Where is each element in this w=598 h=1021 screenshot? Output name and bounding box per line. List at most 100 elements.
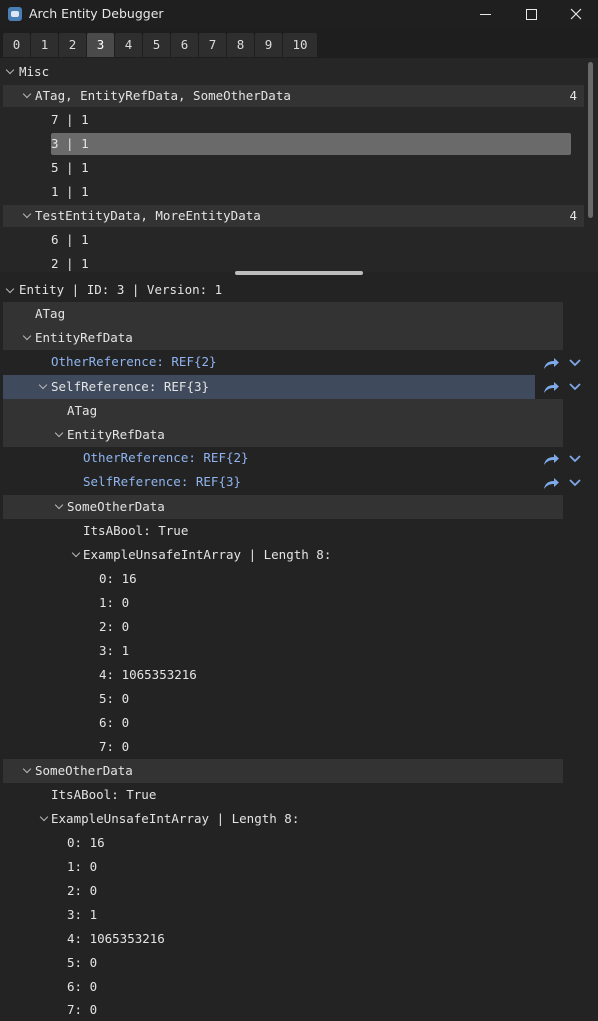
chevron-down-icon: [22, 209, 32, 219]
array-element: 4: 1065353216: [99, 667, 197, 682]
nested-its-a-bool-field: ItsABool: True: [83, 523, 189, 538]
jump-arrow-icon[interactable]: [542, 380, 560, 394]
array-element: 2: 0: [67, 883, 98, 898]
chevron-down-icon: [22, 89, 32, 99]
title-bar: Arch Entity Debugger: [0, 0, 598, 28]
entity-item[interactable]: 1 | 1: [51, 181, 571, 203]
tree-vertical-scrollbar[interactable]: [588, 62, 593, 218]
chevron-down-icon[interactable]: [568, 453, 582, 465]
tree-root-misc[interactable]: Misc: [0, 61, 584, 83]
tab-4[interactable]: 4: [115, 33, 142, 57]
entity-item[interactable]: 7 | 1: [51, 109, 571, 131]
array-element: 6: 0: [67, 979, 98, 994]
close-icon: [570, 8, 582, 20]
entity-item-label: 5 | 1: [51, 160, 89, 175]
archetype-label: ATag, EntityRefData, SomeOtherData: [35, 88, 291, 103]
chevron-down-icon: [54, 428, 64, 438]
array-element: 1: 0: [99, 595, 130, 610]
close-button[interactable]: [553, 0, 598, 28]
array-element: 5: 0: [67, 955, 98, 970]
tab-0[interactable]: 0: [3, 33, 30, 57]
entity-item[interactable]: 2 | 1: [51, 253, 571, 272]
array-element: 6: 0: [99, 715, 130, 730]
component-label: SomeOtherData: [35, 763, 133, 778]
minimize-button[interactable]: [462, 0, 508, 28]
array-element: 3: 1: [99, 643, 130, 658]
chevron-down-icon: [54, 500, 64, 510]
array-label: ExampleUnsafeIntArray | Length 8:: [83, 547, 332, 562]
array-element: 4: 1065353216: [67, 931, 165, 946]
array-element: 7: 0: [99, 739, 130, 754]
array-element: 7: 0: [67, 1002, 98, 1017]
inspector-header[interactable]: Entity | ID: 3 | Version: 1: [0, 278, 598, 302]
chevron-down-icon: [22, 331, 32, 341]
component-label: SomeOtherData: [67, 499, 165, 514]
array-element: 2: 0: [99, 619, 130, 634]
chevron-down-icon: [71, 548, 81, 558]
chevron-down-icon: [5, 65, 15, 75]
entity-item-selected[interactable]: 3 | 1: [51, 133, 571, 155]
tab-9[interactable]: 9: [255, 33, 282, 57]
tab-7[interactable]: 7: [199, 33, 226, 57]
entity-item-label: 1 | 1: [51, 184, 89, 199]
chevron-down-icon: [22, 764, 32, 774]
component-atag: ATag: [3, 302, 563, 326]
entity-inspector: Entity | ID: 3 | Version: 1 ATag EntityR…: [0, 276, 598, 1021]
godot-icon: [8, 7, 22, 21]
jump-arrow-icon[interactable]: [542, 452, 560, 466]
component-label: ATag: [35, 306, 66, 321]
tab-5[interactable]: 5: [143, 33, 170, 57]
array-element: 3: 1: [67, 907, 98, 922]
component-label: ATag: [67, 403, 98, 418]
tab-6[interactable]: 6: [171, 33, 198, 57]
archetype-group-2[interactable]: TestEntityData, MoreEntityData 4: [3, 205, 584, 227]
nested-component-someotherdata[interactable]: SomeOtherData: [3, 495, 563, 519]
tab-10[interactable]: 10: [283, 33, 317, 57]
component-entityrefdata[interactable]: EntityRefData: [3, 326, 563, 350]
archetype-count: 4: [569, 208, 577, 223]
component-label: EntityRefData: [67, 427, 165, 442]
entity-item-label: 3 | 1: [51, 136, 89, 151]
array-element: 0: 16: [99, 571, 137, 586]
tab-2[interactable]: 2: [59, 33, 86, 57]
entity-item[interactable]: 6 | 1: [51, 229, 571, 251]
self-reference-row[interactable]: SelfReference: REF{3}: [3, 375, 535, 399]
entity-tree: Misc ATag, EntityRefData, SomeOtherData …: [0, 58, 598, 272]
other-reference-field[interactable]: OtherReference: REF{2}: [51, 350, 217, 374]
array-element: 0: 16: [67, 835, 105, 850]
tab-bar: 0 1 2 3 4 5 6 7 8 9 10: [0, 28, 598, 58]
nested-component-entityrefdata[interactable]: EntityRefData: [3, 423, 563, 447]
its-a-bool-field: ItsABool: True: [51, 787, 157, 802]
entity-item-label: 7 | 1: [51, 112, 89, 127]
chevron-down-icon: [5, 284, 15, 294]
chevron-down-icon[interactable]: [568, 477, 582, 489]
jump-arrow-icon[interactable]: [542, 356, 560, 370]
array-element: 5: 0: [99, 691, 130, 706]
tab-3[interactable]: 3: [87, 33, 114, 57]
maximize-icon: [525, 8, 537, 20]
tab-1[interactable]: 1: [31, 33, 58, 57]
chevron-down-icon[interactable]: [568, 381, 582, 393]
chevron-down-icon[interactable]: [568, 357, 582, 369]
inspector-header-label: Entity | ID: 3 | Version: 1: [19, 282, 223, 297]
nested-other-reference-field[interactable]: OtherReference: REF{2}: [83, 446, 249, 470]
archetype-count: 4: [569, 88, 577, 103]
nested-self-reference-field[interactable]: SelfReference: REF{3}: [83, 470, 241, 494]
array-element: 1: 0: [67, 859, 98, 874]
minimize-icon: [479, 13, 491, 15]
self-reference-label: SelfReference: REF{3}: [51, 379, 210, 394]
window-title: Arch Entity Debugger: [29, 6, 164, 21]
split-handle[interactable]: [235, 271, 363, 275]
tab-8[interactable]: 8: [227, 33, 254, 57]
array-label: ExampleUnsafeIntArray | Length 8:: [51, 811, 300, 826]
jump-arrow-icon[interactable]: [542, 476, 560, 490]
tree-root-label: Misc: [19, 64, 50, 79]
chevron-down-icon: [39, 812, 49, 822]
maximize-button[interactable]: [508, 0, 554, 28]
archetype-group-1[interactable]: ATag, EntityRefData, SomeOtherData 4: [3, 85, 584, 107]
component-label: EntityRefData: [35, 330, 133, 345]
component-someotherdata[interactable]: SomeOtherData: [3, 759, 563, 783]
entity-item[interactable]: 5 | 1: [51, 157, 571, 179]
nested-component-atag: ATag: [3, 399, 563, 423]
archetype-label: TestEntityData, MoreEntityData: [35, 208, 261, 223]
